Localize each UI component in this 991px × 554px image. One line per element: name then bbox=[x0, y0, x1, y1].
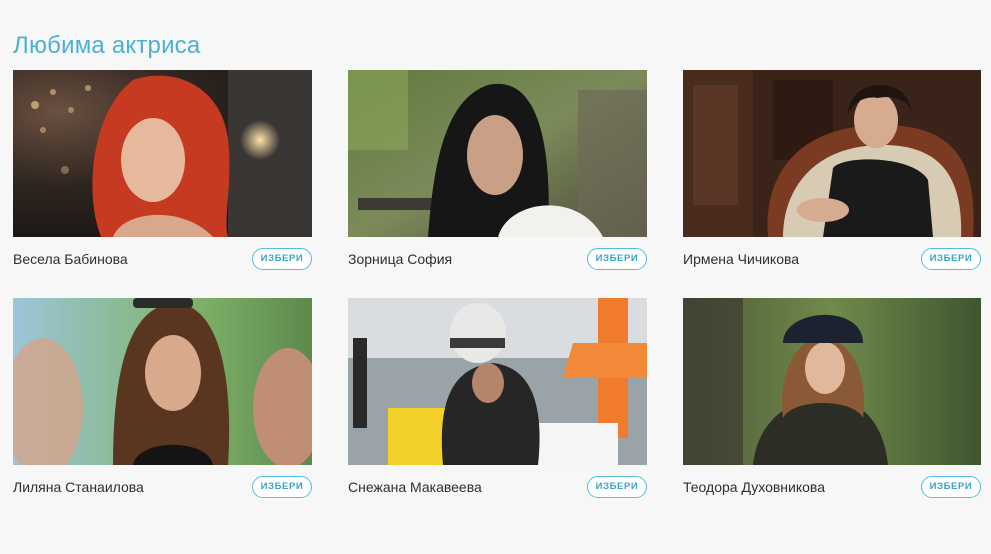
choose-button[interactable]: ИЗБЕРИ bbox=[587, 247, 647, 270]
actress-card: Лиляна Станаилова ИЗБЕРИ bbox=[13, 298, 312, 508]
choose-button[interactable]: ИЗБЕРИ bbox=[252, 475, 312, 498]
actress-card-footer: Теодора Духовникова ИЗБЕРИ bbox=[683, 465, 981, 508]
actress-name: Весела Бабинова bbox=[13, 250, 128, 267]
actress-card: Теодора Духовникова ИЗБЕРИ bbox=[683, 298, 981, 508]
actress-photo-image bbox=[683, 70, 981, 237]
actress-photo-image bbox=[13, 298, 312, 465]
actress-photo-image bbox=[683, 298, 981, 465]
actress-card-footer: Весела Бабинова ИЗБЕРИ bbox=[13, 237, 312, 280]
actress-card-footer: Зорница София ИЗБЕРИ bbox=[348, 237, 647, 280]
actress-card: Ирмена Чичикова ИЗБЕРИ bbox=[683, 70, 981, 280]
choose-button[interactable]: ИЗБЕРИ bbox=[252, 247, 312, 270]
actress-card-footer: Снежана Макавеева ИЗБЕРИ bbox=[348, 465, 647, 508]
actress-card: Снежана Макавеева ИЗБЕРИ bbox=[348, 298, 647, 508]
actress-photo-image bbox=[348, 298, 647, 465]
actress-photo-image bbox=[348, 70, 647, 237]
actress-photo-image bbox=[13, 70, 312, 237]
actress-photo[interactable] bbox=[683, 298, 981, 465]
actress-name: Снежана Макавеева bbox=[348, 478, 482, 495]
actress-photo[interactable] bbox=[348, 70, 647, 237]
actress-photo[interactable] bbox=[683, 70, 981, 237]
actress-photo[interactable] bbox=[13, 298, 312, 465]
actress-card: Весела Бабинова ИЗБЕРИ bbox=[13, 70, 312, 280]
actress-grid: Весела Бабинова ИЗБЕРИ Зорница София ИЗБ… bbox=[13, 70, 981, 508]
actress-name: Лиляна Станаилова bbox=[13, 478, 144, 495]
actress-name: Зорница София bbox=[348, 250, 453, 267]
actress-name: Теодора Духовникова bbox=[683, 478, 825, 495]
page-title: Любима актриса bbox=[13, 32, 201, 59]
actress-photo[interactable] bbox=[348, 298, 647, 465]
actress-card-footer: Лиляна Станаилова ИЗБЕРИ bbox=[13, 465, 312, 508]
actress-card-footer: Ирмена Чичикова ИЗБЕРИ bbox=[683, 237, 981, 280]
actress-card: Зорница София ИЗБЕРИ bbox=[348, 70, 647, 280]
actress-photo[interactable] bbox=[13, 70, 312, 237]
choose-button[interactable]: ИЗБЕРИ bbox=[587, 475, 647, 498]
choose-button[interactable]: ИЗБЕРИ bbox=[921, 475, 981, 498]
choose-button[interactable]: ИЗБЕРИ bbox=[921, 247, 981, 270]
actress-name: Ирмена Чичикова bbox=[683, 250, 800, 267]
